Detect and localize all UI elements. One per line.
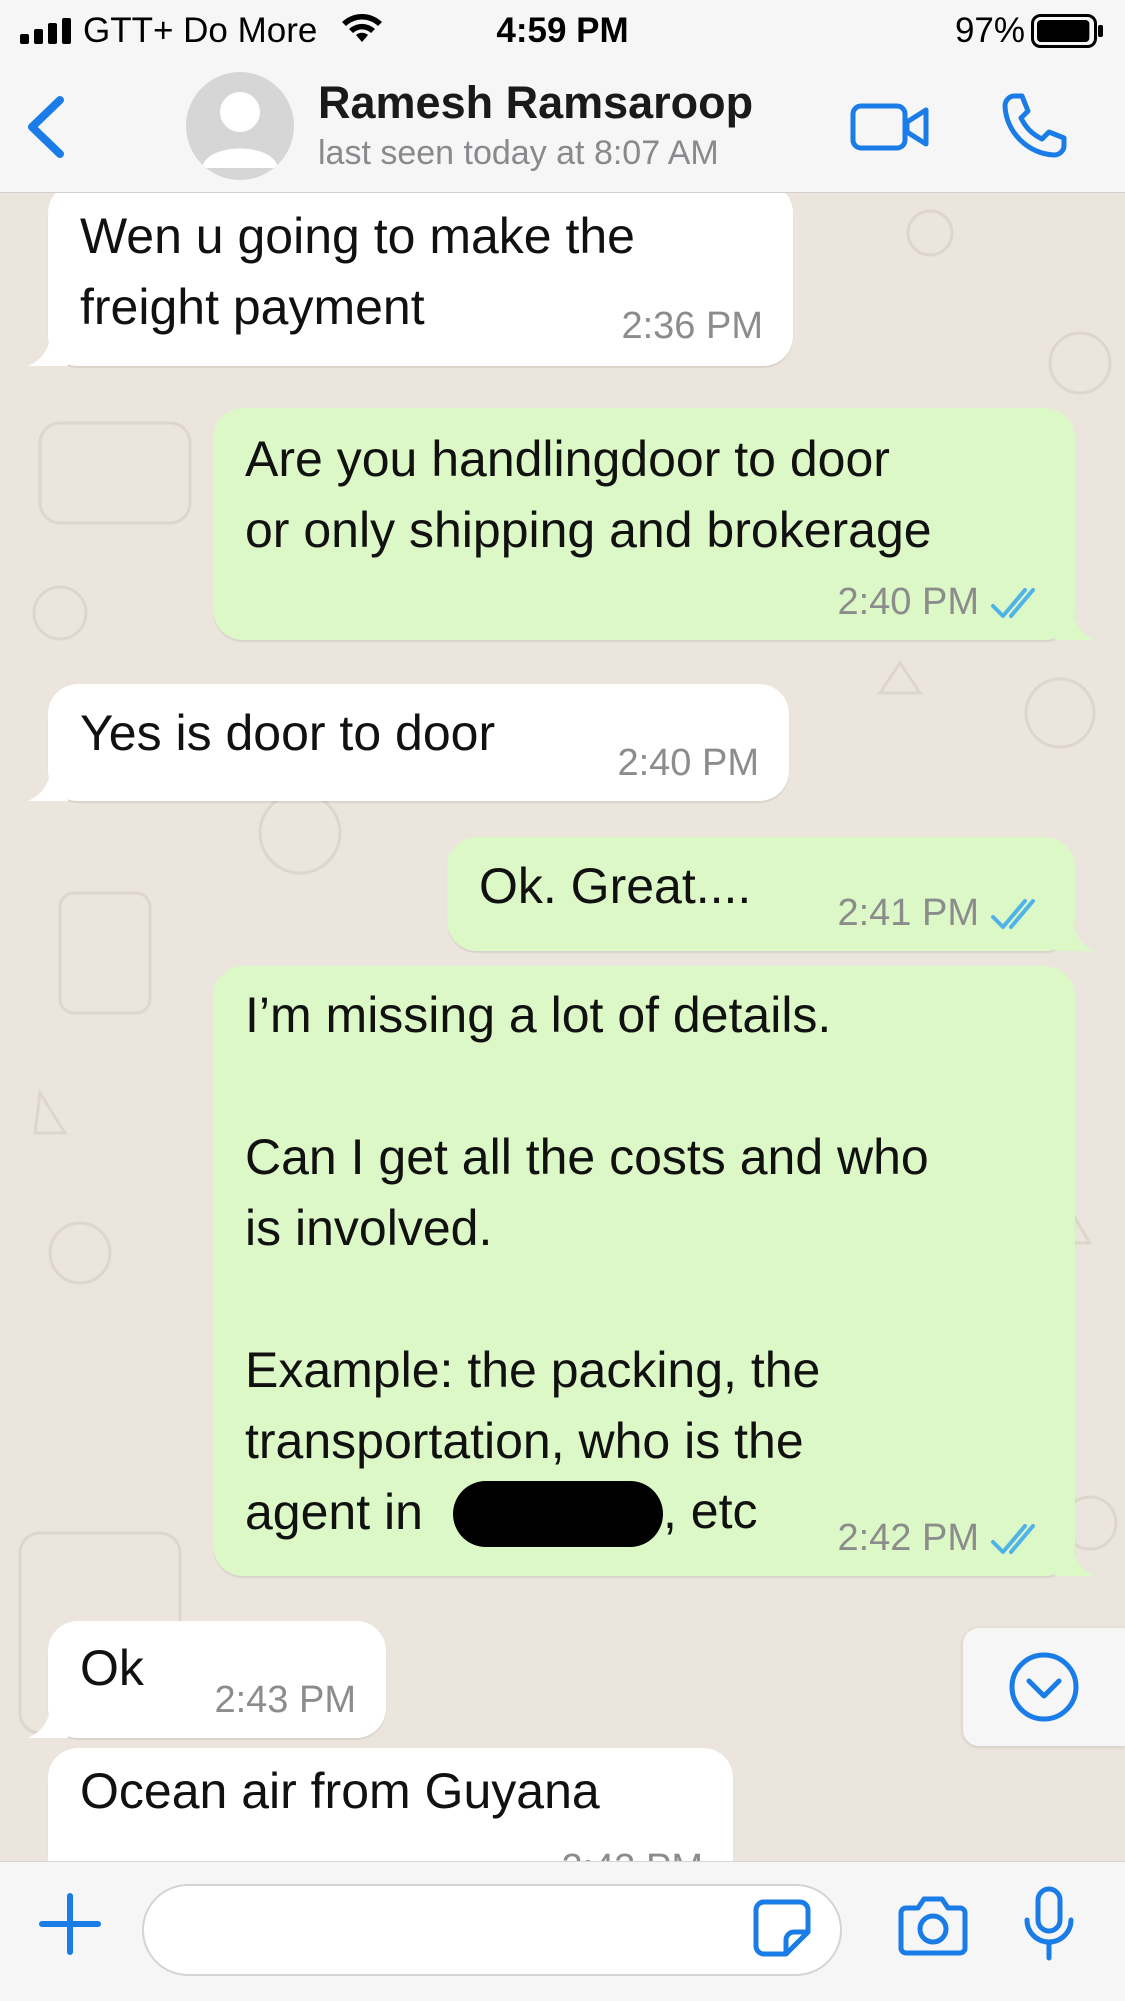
message-bubble-outgoing[interactable]: I’m missing a lot of details. Can I get … — [213, 966, 1095, 1576]
bubble-tail — [28, 1706, 68, 1738]
message-text: Ocean air from Guyana — [80, 1763, 600, 1819]
message-bubble-incoming[interactable]: Wen u going to make the freight payment … — [28, 193, 793, 366]
status-time: 4:59 PM — [496, 11, 629, 50]
message-time: 2:43 PM — [561, 1846, 703, 1861]
avatar[interactable] — [186, 72, 294, 180]
message-bubble-outgoing[interactable]: Are you handlingdoor to door or only shi… — [213, 408, 1095, 640]
bubble-tail — [28, 769, 68, 801]
message-text: Ok — [80, 1640, 144, 1696]
message-text-end: , etc — [663, 1483, 758, 1539]
sticker-icon[interactable] — [752, 1898, 812, 1958]
bubble-tail — [1055, 608, 1095, 640]
message-bubble-incoming[interactable]: Yes is door to door 2:40 PM — [28, 684, 789, 801]
bubble-tail — [28, 334, 68, 366]
avatar-placeholder-icon — [202, 92, 278, 168]
bubble-tail — [1055, 1544, 1095, 1576]
message-list[interactable]: Wen u going to make the freight payment … — [0, 193, 1125, 1861]
chat-header: Ramesh Ramsaroop last seen today at 8:07… — [0, 62, 1125, 193]
read-receipt-icon — [991, 1524, 1035, 1554]
message-bubble-outgoing[interactable]: Ok. Great.... 2:41 PM — [447, 837, 1095, 951]
signal-bars-icon — [20, 18, 71, 44]
message-input[interactable] — [142, 1884, 842, 1976]
battery-percentage: 97% — [954, 11, 1025, 50]
message-bubble-incoming[interactable]: Ok 2:43 PM — [28, 1621, 386, 1738]
message-time: 2:42 PM — [837, 1517, 979, 1559]
message-text: Are you handlingdoor to door or only shi… — [245, 431, 932, 558]
message-time: 2:40 PM — [617, 742, 759, 784]
bubble-tail — [1055, 919, 1095, 951]
message-input-bar — [0, 1861, 1125, 2001]
status-bar: GTT+ Do More 4:59 PM 97% — [0, 0, 1125, 62]
message-text: Yes is door to door — [80, 705, 496, 761]
read-receipt-icon — [991, 899, 1035, 929]
message-text: Ok. Great.... — [479, 858, 752, 914]
phone-icon[interactable] — [1000, 90, 1070, 160]
contact-name[interactable]: Ramesh Ramsaroop — [318, 76, 753, 130]
message-text: I’m missing a lot of details. Can I get … — [245, 987, 929, 1540]
plus-icon[interactable] — [38, 1892, 102, 1956]
message-time: 2:36 PM — [621, 305, 763, 347]
carrier-name: GTT+ Do More — [83, 11, 318, 50]
message-text: Wen u going to make the freight payment — [80, 208, 635, 335]
video-camera-icon[interactable] — [850, 94, 930, 158]
message-time: 2:43 PM — [214, 1679, 356, 1721]
wifi-icon — [342, 13, 382, 42]
microphone-icon[interactable] — [1022, 1886, 1076, 1962]
chevron-left-icon[interactable] — [20, 92, 76, 162]
message-bubble-incoming[interactable]: Ocean air from Guyana 2:43 PM — [48, 1748, 733, 1861]
message-time: 2:40 PM — [837, 581, 979, 623]
camera-icon[interactable] — [898, 1894, 968, 1956]
read-receipt-icon — [991, 588, 1035, 618]
redaction-mark — [453, 1481, 663, 1547]
chevron-down-circle-icon — [1009, 1652, 1079, 1722]
last-seen-status: last seen today at 8:07 AM — [318, 134, 719, 172]
battery-icon — [1031, 14, 1103, 48]
message-time: 2:41 PM — [837, 892, 979, 934]
scroll-to-bottom-button[interactable] — [963, 1628, 1125, 1746]
